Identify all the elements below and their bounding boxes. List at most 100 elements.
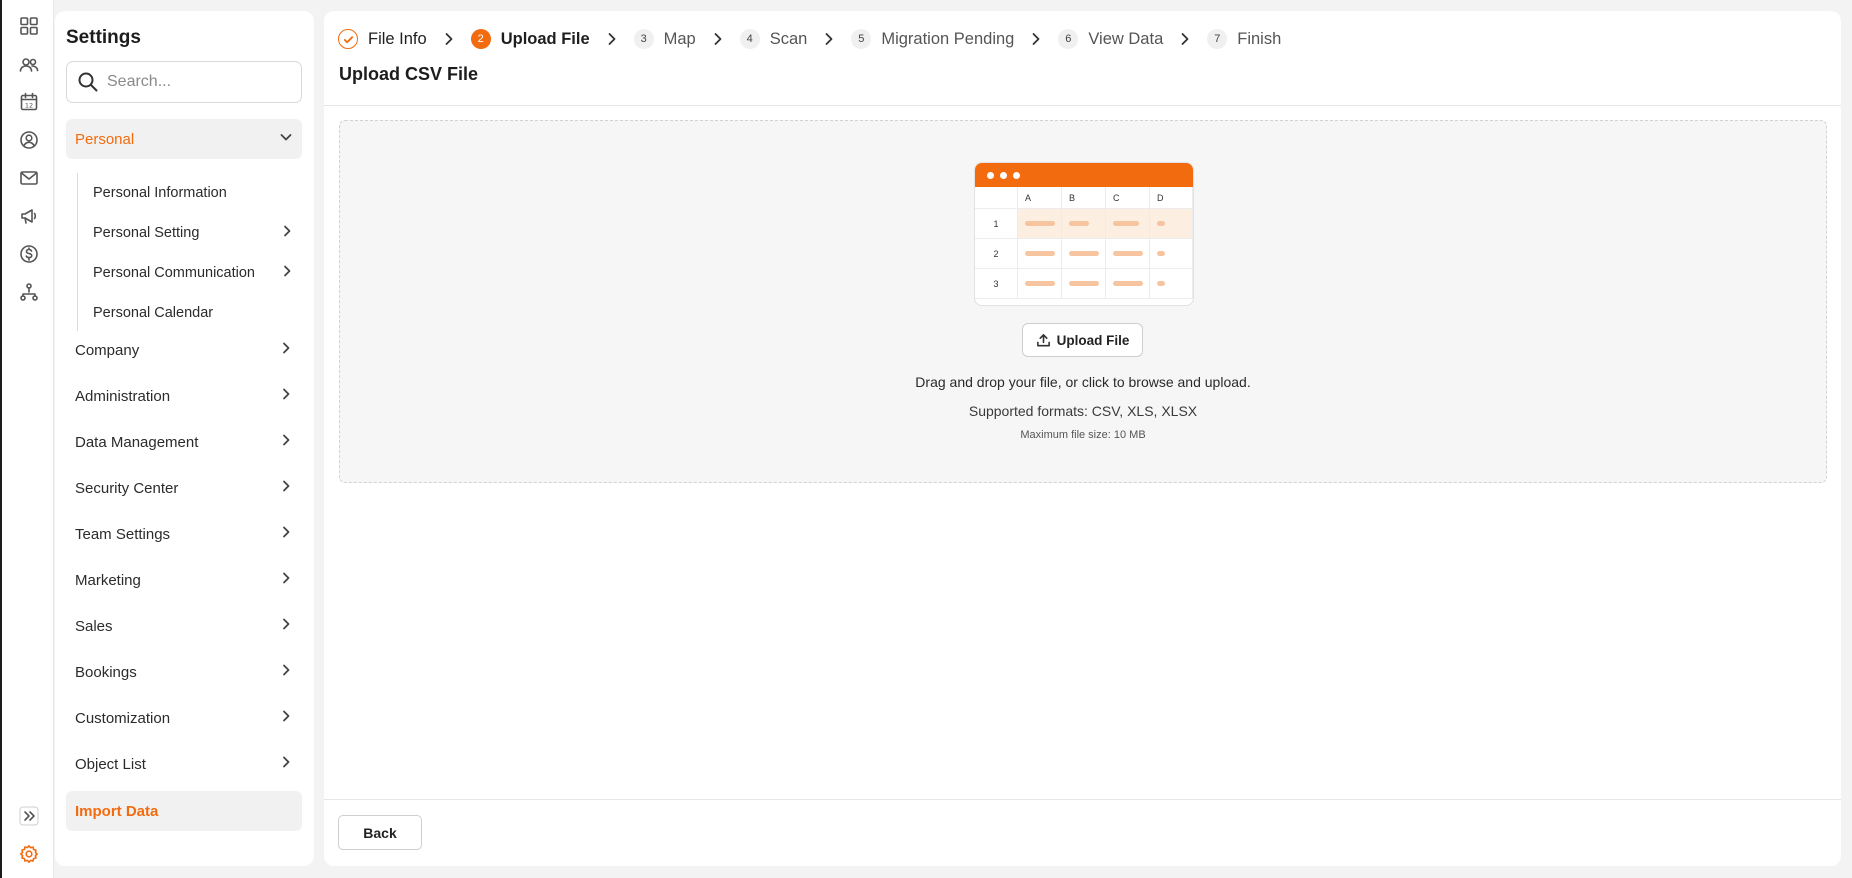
search-input[interactable] bbox=[107, 73, 287, 91]
window-dot bbox=[987, 171, 994, 179]
window-bar bbox=[975, 163, 1193, 187]
sheet-cell bbox=[1150, 209, 1193, 239]
sidebar-item-object-list[interactable]: Object List bbox=[66, 744, 302, 784]
row-header: 3 bbox=[975, 269, 1018, 299]
users-icon[interactable] bbox=[17, 53, 41, 77]
step-number: 4 bbox=[739, 29, 760, 49]
hierarchy-icon[interactable] bbox=[17, 280, 41, 304]
sidebar-item-company[interactable]: Company bbox=[66, 330, 302, 370]
step-map[interactable]: 3 Map bbox=[633, 29, 696, 49]
chevron-down-icon bbox=[279, 130, 293, 148]
max-file-size: Maximum file size: 10 MB bbox=[1020, 429, 1146, 441]
svg-text:12: 12 bbox=[25, 102, 33, 110]
row-header: 1 bbox=[975, 209, 1018, 239]
sheet-cell bbox=[1106, 269, 1150, 299]
sidebar-item-marketing[interactable]: Marketing bbox=[66, 560, 302, 600]
chevron-right-icon bbox=[807, 32, 851, 46]
sidebar-item-team-settings[interactable]: Team Settings bbox=[66, 514, 302, 554]
calendar-icon[interactable]: 12 bbox=[17, 90, 41, 114]
settings-sidebar: Settings Personal Personal Information P… bbox=[55, 11, 314, 866]
window-dot bbox=[1000, 171, 1007, 179]
megaphone-icon[interactable] bbox=[17, 204, 41, 228]
chevron-right-icon bbox=[279, 663, 293, 681]
sidebar-subitem-label: Personal Communication bbox=[93, 265, 255, 281]
icon-rail: 12 bbox=[0, 0, 54, 878]
chevron-right-icon bbox=[279, 479, 293, 497]
chevron-right-icon bbox=[1163, 32, 1207, 46]
column-header: D bbox=[1150, 187, 1193, 209]
sidebar-subitem-personal-setting[interactable]: Personal Setting bbox=[78, 216, 303, 250]
chevron-right-icon bbox=[279, 755, 293, 773]
sidebar-item-label: Company bbox=[75, 341, 140, 359]
sheet-cell bbox=[1106, 239, 1150, 269]
mail-icon[interactable] bbox=[17, 166, 41, 190]
dashboard-icon[interactable] bbox=[17, 14, 41, 38]
step-number: 6 bbox=[1058, 29, 1079, 49]
chevron-right-icon bbox=[1014, 32, 1058, 46]
step-finish[interactable]: 7 Finish bbox=[1207, 29, 1281, 49]
sidebar-subitem-personal-information[interactable]: Personal Information bbox=[78, 176, 303, 210]
step-number: 2 bbox=[470, 29, 491, 49]
sidebar-item-customization[interactable]: Customization bbox=[66, 698, 302, 738]
column-header: A bbox=[1018, 187, 1062, 209]
upload-icon bbox=[1036, 333, 1050, 346]
sidebar-subitem-label: Personal Calendar bbox=[93, 305, 214, 321]
window-dot bbox=[1013, 171, 1020, 179]
settings-gear-icon[interactable] bbox=[17, 842, 41, 866]
sidebar-item-bookings[interactable]: Bookings bbox=[66, 652, 302, 692]
sheet-cell bbox=[1150, 269, 1193, 299]
sidebar-item-label: Team Settings bbox=[75, 525, 171, 543]
sidebar-item-personal[interactable]: Personal bbox=[66, 119, 302, 159]
sidebar-item-label: Security Center bbox=[75, 479, 179, 497]
sidebar-item-label: Personal bbox=[75, 130, 135, 148]
page-title: Upload CSV File bbox=[339, 64, 479, 84]
divider bbox=[324, 105, 1841, 106]
upload-file-button[interactable]: Upload File bbox=[1022, 323, 1143, 357]
personal-submenu: Personal Information Personal Setting Pe… bbox=[77, 173, 302, 331]
sidebar-subitem-personal-calendar[interactable]: Personal Calendar bbox=[78, 296, 303, 330]
sidebar-subitem-label: Personal Setting bbox=[93, 225, 200, 241]
step-upload-file[interactable]: 2 Upload File bbox=[470, 29, 590, 49]
search-box[interactable] bbox=[66, 61, 302, 103]
row-header: 2 bbox=[975, 239, 1018, 269]
step-label: Scan bbox=[769, 29, 808, 48]
expand-icon[interactable] bbox=[17, 804, 41, 828]
step-view-data[interactable]: 6 View Data bbox=[1058, 29, 1163, 49]
chevron-right-icon bbox=[279, 387, 293, 405]
sidebar-subitem-label: Personal Information bbox=[93, 185, 227, 201]
chevron-right-icon bbox=[279, 571, 293, 589]
step-scan[interactable]: 4 Scan bbox=[739, 29, 808, 49]
step-migration-pending[interactable]: 5 Migration Pending bbox=[851, 29, 1014, 49]
search-icon bbox=[78, 72, 98, 92]
step-label: Migration Pending bbox=[881, 29, 1015, 48]
sheet-cell bbox=[1018, 239, 1062, 269]
check-icon bbox=[338, 29, 358, 49]
sheet-cell bbox=[1106, 209, 1150, 239]
sheet-cell bbox=[1018, 209, 1062, 239]
chevron-right-icon bbox=[696, 32, 740, 46]
divider bbox=[324, 799, 1841, 800]
sidebar-item-data-management[interactable]: Data Management bbox=[66, 422, 302, 462]
back-button[interactable]: Back bbox=[338, 815, 422, 850]
chevron-right-icon bbox=[279, 433, 293, 451]
upload-button-label: Upload File bbox=[1056, 332, 1130, 348]
dollar-icon[interactable] bbox=[17, 242, 41, 266]
step-file-info[interactable]: File Info bbox=[338, 29, 427, 49]
sidebar-item-administration[interactable]: Administration bbox=[66, 376, 302, 416]
sidebar-item-label: Sales bbox=[75, 617, 113, 635]
sidebar-subitem-personal-communication[interactable]: Personal Communication bbox=[78, 256, 303, 290]
column-header: B bbox=[1062, 187, 1106, 209]
sheet-grid: A B C D 1 2 3 bbox=[975, 187, 1193, 299]
sidebar-item-label: Data Management bbox=[75, 433, 199, 451]
chevron-right-icon bbox=[280, 224, 294, 242]
sidebar-item-security-center[interactable]: Security Center bbox=[66, 468, 302, 508]
sidebar-item-sales[interactable]: Sales bbox=[66, 606, 302, 646]
chevron-right-icon bbox=[590, 32, 634, 46]
sidebar-item-import-data[interactable]: Import Data bbox=[66, 791, 302, 831]
file-dropzone[interactable]: A B C D 1 2 3 Upload File Drag and drop … bbox=[339, 120, 1827, 483]
sheet-cell bbox=[1062, 239, 1106, 269]
step-label: File Info bbox=[368, 29, 427, 48]
import-stepper: File Info 2 Upload File 3 Map 4 Scan 5 M… bbox=[338, 25, 1281, 53]
contact-icon[interactable] bbox=[17, 128, 41, 152]
sheet-cell bbox=[1018, 269, 1062, 299]
